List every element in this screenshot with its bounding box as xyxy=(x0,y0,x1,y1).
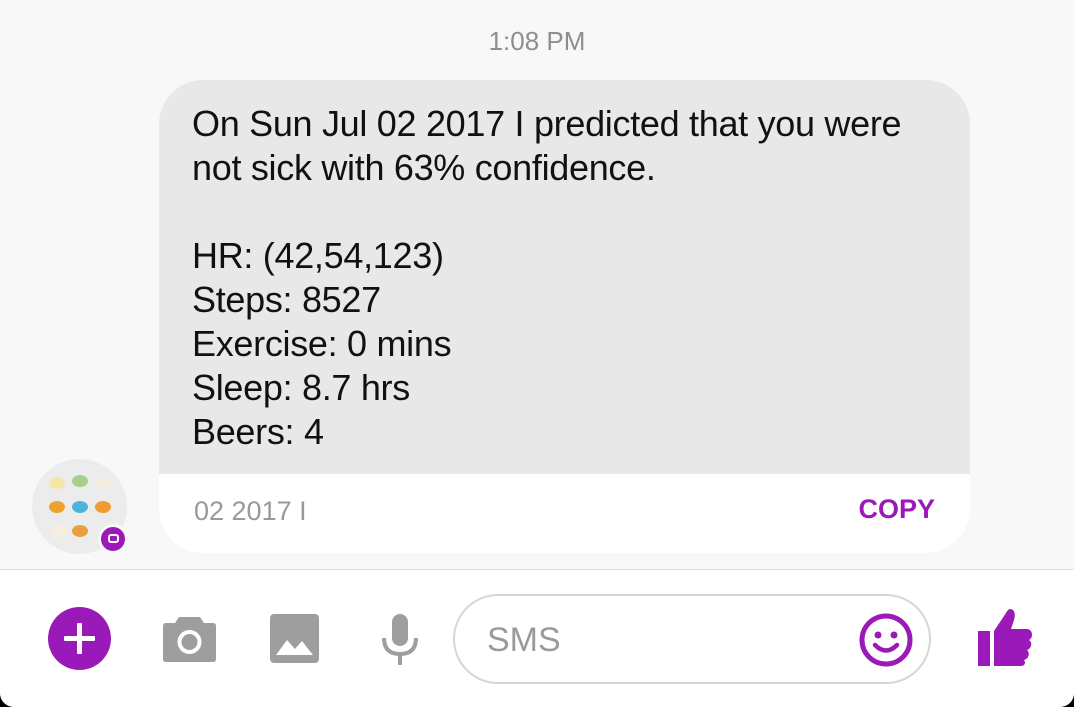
message-bubble[interactable]: On Sun Jul 02 2017 I predicted that you … xyxy=(159,80,970,553)
copy-button[interactable]: COPY xyxy=(858,494,935,525)
avatar-dot xyxy=(51,525,67,537)
thumbs-up-icon[interactable] xyxy=(978,607,1033,666)
smiley-icon[interactable] xyxy=(859,613,913,667)
sms-input[interactable] xyxy=(485,614,849,666)
camera-icon[interactable] xyxy=(162,613,217,663)
avatar-dot xyxy=(49,477,65,489)
messenger-badge-icon xyxy=(98,524,128,554)
avatar-dot xyxy=(95,477,111,489)
sms-input-container[interactable] xyxy=(453,594,931,684)
image-icon[interactable] xyxy=(270,614,319,663)
plus-icon[interactable] xyxy=(48,607,111,670)
microphone-icon[interactable] xyxy=(380,614,420,666)
selected-text-snippet: 02 2017 I xyxy=(194,496,307,526)
avatar-dot xyxy=(49,501,65,513)
avatar-dot xyxy=(95,501,111,513)
message-timestamp: 1:08 PM xyxy=(488,26,586,56)
message-text[interactable]: On Sun Jul 02 2017 I predicted that you … xyxy=(192,102,952,454)
avatar-dot xyxy=(72,475,88,487)
message-composer xyxy=(0,570,1074,707)
text-selection-bar: 02 2017 I COPY xyxy=(159,474,970,553)
avatar-dot xyxy=(72,501,88,513)
conversation-screen: 1:08 PM On Sun Jul 02 2017 I predicted t… xyxy=(0,0,1074,707)
avatar-dot xyxy=(72,525,88,537)
